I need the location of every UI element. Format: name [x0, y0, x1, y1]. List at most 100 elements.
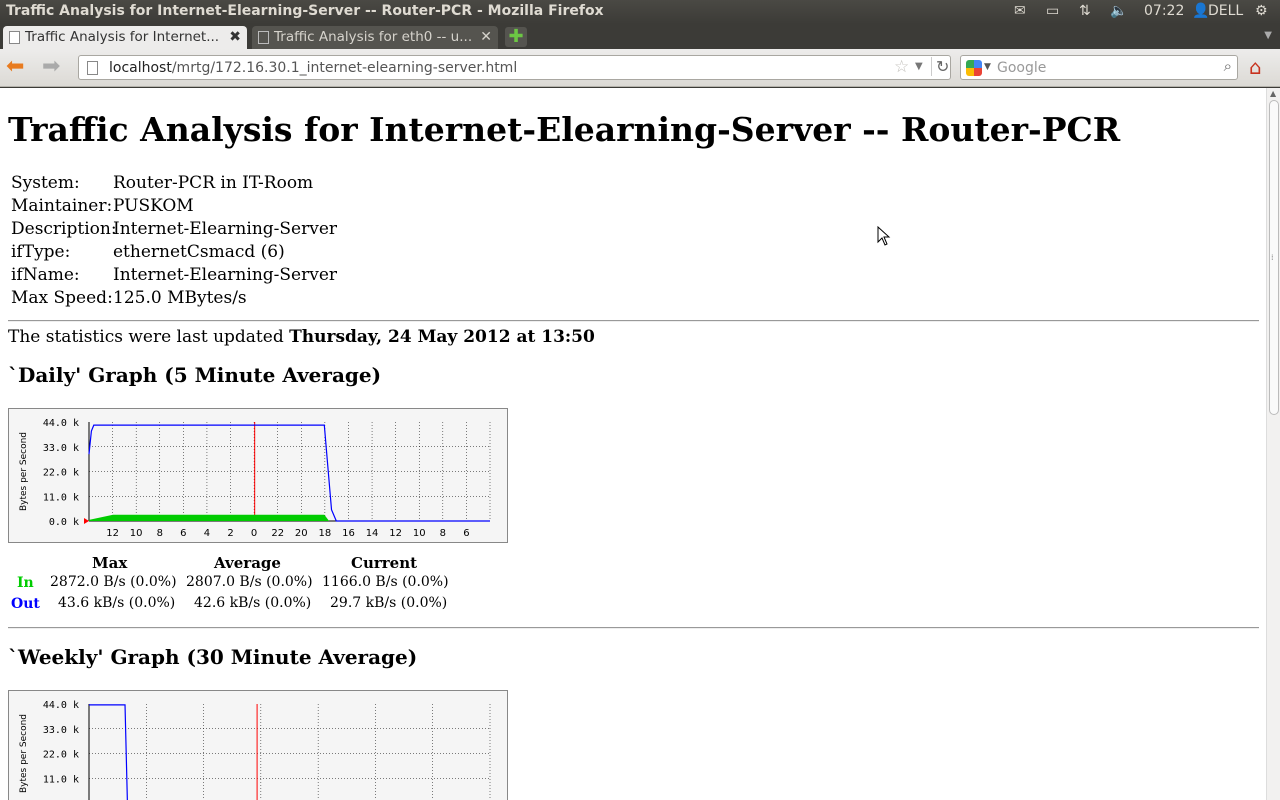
- scroll-up-icon[interactable]: ▲: [1270, 89, 1276, 98]
- y-tick-label: 33.0 k: [43, 443, 79, 454]
- x-tick-label: 12: [389, 528, 402, 539]
- user-icon[interactable]: 👤: [1192, 3, 1209, 19]
- page-icon: [87, 61, 98, 75]
- x-tick-label: 22: [271, 528, 284, 539]
- stats-out-label: Out: [11, 596, 40, 612]
- x-tick-label: 10: [413, 528, 426, 539]
- page-title: Traffic Analysis for Internet-Elearning-…: [8, 110, 1121, 149]
- gear-icon[interactable]: ⚙: [1255, 3, 1268, 19]
- info-value: Router-PCR in IT-Room: [113, 173, 314, 193]
- tab-list-icon[interactable]: ▼: [1264, 30, 1272, 41]
- daily-graph: 0.0 k 11.0 k 22.0 k 33.0 k 44.0 k Bytes per S…: [8, 408, 508, 543]
- x-tick-label: 10: [130, 528, 143, 539]
- info-label: ifType:: [11, 242, 71, 262]
- y-tick-label: 11.0 k: [43, 492, 79, 503]
- search-bar[interactable]: ▼ ⌕: [960, 55, 1238, 80]
- url-host: localhost: [109, 60, 172, 76]
- url-path: /mrtg/172.16.30.1_internet-elearning-ser…: [171, 60, 518, 76]
- page-viewport: Traffic Analysis for Internet-Elearning-…: [0, 88, 1266, 800]
- info-value: 125.0 MBytes/s: [113, 288, 247, 308]
- info-label: Maintainer:: [11, 196, 113, 216]
- navigation-toolbar: ⬅ ➡ localhost/mrtg/172.16.30.1_internet-…: [0, 49, 1280, 87]
- y-tick-label: 11.0 k: [43, 774, 79, 785]
- x-tick-label: 4: [204, 528, 210, 539]
- y-tick-label: 0.0 k: [49, 517, 79, 528]
- stats-header-current: Current: [351, 554, 418, 572]
- x-tick-label: 16: [342, 528, 355, 539]
- y-tick-label: 44.0 k: [43, 700, 79, 711]
- stats-out-max: 43.6 kB/s (0.0%): [58, 595, 176, 611]
- url-bar[interactable]: localhost/mrtg/172.16.30.1_internet-elea…: [78, 55, 951, 80]
- volume-icon[interactable]: 🔈: [1110, 3, 1127, 19]
- x-tick-label: 8: [440, 528, 446, 539]
- plot-area: [89, 704, 490, 800]
- x-tick-label: 6: [180, 528, 186, 539]
- page-icon: [258, 31, 269, 44]
- stats-in-average: 2807.0 B/s (0.0%): [186, 574, 313, 590]
- network-icon[interactable]: ⇅: [1079, 3, 1091, 19]
- divider: [8, 320, 1259, 322]
- bookmark-star-icon[interactable]: ☆: [894, 57, 909, 77]
- close-icon[interactable]: ✕: [480, 29, 492, 45]
- y-tick-label: 22.0 k: [43, 750, 79, 761]
- daily-graph-title: `Daily' Graph (5 Minute Average): [8, 363, 382, 387]
- series-in-area: [89, 514, 330, 521]
- forward-button[interactable]: ➡: [42, 56, 60, 78]
- x-tick-label: 12: [106, 528, 119, 539]
- y-tick-label: 22.0 k: [43, 468, 79, 479]
- info-value: Internet-Elearning-Server: [113, 265, 338, 285]
- y-axis-label: Bytes per Second: [19, 714, 29, 793]
- x-tick-label: 0: [251, 528, 257, 539]
- x-tick-label: 6: [463, 528, 469, 539]
- user-name[interactable]: DELL: [1208, 3, 1243, 19]
- stats-in-current: 1166.0 B/s (0.0%): [322, 574, 449, 590]
- stats-out-average: 42.6 kB/s (0.0%): [194, 595, 312, 611]
- back-button[interactable]: ⬅: [6, 56, 24, 78]
- history-dropdown-icon[interactable]: ▼: [915, 61, 923, 72]
- home-icon[interactable]: ⌂: [1249, 57, 1273, 79]
- scroll-grip-icon: ⁞: [1271, 253, 1274, 262]
- stats-in-max: 2872.0 B/s (0.0%): [50, 574, 177, 590]
- search-input[interactable]: [997, 58, 1217, 78]
- origin-arrow: [84, 518, 89, 524]
- page-icon: [9, 31, 20, 44]
- reload-icon[interactable]: ↻: [931, 57, 949, 76]
- search-engine-dropdown-icon[interactable]: ▼: [984, 62, 991, 72]
- page-scrollbar[interactable]: ▲ ⁞: [1266, 88, 1280, 800]
- tab-traffic-eth0[interactable]: Traffic Analysis for eth0 -- u... ✕: [252, 26, 498, 49]
- info-value: ethernetCsmacd (6): [113, 242, 285, 262]
- info-value: PUSKOM: [113, 196, 194, 216]
- close-icon[interactable]: ✖: [229, 29, 241, 45]
- stats-in-label: In: [17, 575, 34, 591]
- x-tick-label: 18: [319, 528, 332, 539]
- window-title: Traffic Analysis for Internet-Elearning-…: [6, 3, 604, 19]
- y-tick-label: 33.0 k: [43, 725, 79, 736]
- last-updated: The statistics were last updated Thursda…: [8, 327, 595, 347]
- url-text[interactable]: localhost/mrtg/172.16.30.1_internet-elea…: [109, 60, 517, 76]
- stats-out-current: 29.7 kB/s (0.0%): [330, 595, 448, 611]
- mouse-cursor-icon: [877, 226, 891, 246]
- battery-icon[interactable]: ▭: [1046, 3, 1059, 19]
- x-tick-label: 20: [295, 528, 308, 539]
- new-tab-button[interactable]: ✚: [505, 27, 527, 47]
- stats-header-max: Max: [92, 554, 128, 572]
- x-tick-label: 14: [366, 528, 379, 539]
- x-tick-label: 2: [227, 528, 233, 539]
- search-icon[interactable]: ⌕: [1224, 57, 1232, 75]
- os-top-panel: Traffic Analysis for Internet-Elearning-…: [0, 0, 1280, 24]
- google-logo-icon[interactable]: [966, 60, 982, 76]
- weekly-graph: 11.0 k 22.0 k 33.0 k 44.0 k Bytes per Second: [8, 690, 508, 800]
- divider: [8, 627, 1259, 629]
- mail-icon[interactable]: ✉: [1014, 3, 1026, 19]
- x-tick-label: 8: [157, 528, 163, 539]
- updated-prefix: The statistics were last updated: [8, 327, 290, 347]
- clock[interactable]: 07:22: [1144, 3, 1184, 19]
- y-axis-label: Bytes per Second: [19, 432, 29, 511]
- weekly-graph-title: `Weekly' Graph (30 Minute Average): [8, 645, 418, 669]
- tab-label: Traffic Analysis for Internet...: [25, 29, 220, 45]
- info-label: System:: [11, 173, 80, 193]
- daily-graph-svg: 0.0 k 11.0 k 22.0 k 33.0 k 44.0 k Bytes per S…: [19, 418, 491, 539]
- stats-header-average: Average: [214, 554, 281, 572]
- info-label: Max Speed:: [11, 288, 113, 308]
- tab-traffic-internet[interactable]: Traffic Analysis for Internet... ✖: [3, 26, 247, 49]
